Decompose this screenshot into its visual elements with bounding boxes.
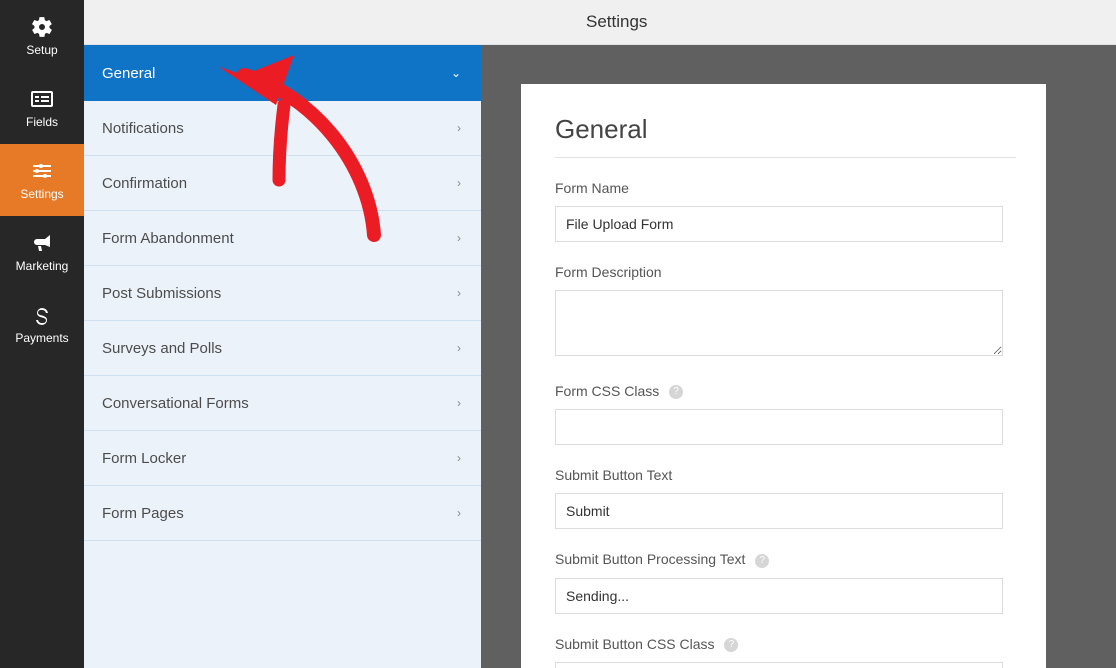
bullhorn-icon <box>30 231 54 255</box>
field-form-name: Form Name <box>555 180 1016 242</box>
divider <box>555 157 1016 158</box>
section-label: Post Submissions <box>102 285 221 302</box>
section-label: Conversational Forms <box>102 395 249 412</box>
dollar-icon <box>30 303 54 327</box>
icon-sidebar: Setup Fields Settings Marketing Payments <box>0 0 84 668</box>
form-card-title: General <box>555 114 1016 145</box>
form-card: General Form Name Form Description Form … <box>521 84 1046 668</box>
section-label: General <box>102 65 155 82</box>
page-topbar: Settings <box>481 0 1116 45</box>
sidebar-item-payments[interactable]: Payments <box>0 288 84 360</box>
label-form-description: Form Description <box>555 264 1016 280</box>
sidebar-label: Marketing <box>16 259 69 273</box>
main-area: Settings General Form Name Form Descript… <box>481 0 1116 668</box>
section-post-submissions[interactable]: Post Submissions › <box>84 266 481 321</box>
gear-icon <box>30 15 54 39</box>
label-submit-button-text: Submit Button Text <box>555 467 1016 483</box>
label-form-css-class: Form CSS Class ? <box>555 383 1016 399</box>
page-title: Settings <box>586 12 647 32</box>
settings-panel-topbar <box>84 0 481 45</box>
help-icon[interactable]: ? <box>755 554 769 568</box>
input-submit-button-text[interactable] <box>555 493 1003 529</box>
chevron-right-icon: › <box>457 341 461 355</box>
chevron-right-icon: › <box>457 286 461 300</box>
input-submit-button-css-class[interactable] <box>555 662 1003 668</box>
label-submit-button-processing-text: Submit Button Processing Text ? <box>555 551 1016 567</box>
sliders-icon <box>30 159 54 183</box>
section-label: Surveys and Polls <box>102 340 222 357</box>
sidebar-label: Payments <box>15 331 68 345</box>
label-submit-button-css-class: Submit Button CSS Class ? <box>555 636 1016 652</box>
sidebar-label: Setup <box>26 43 57 57</box>
section-label: Form Pages <box>102 505 184 522</box>
section-label: Form Locker <box>102 450 186 467</box>
section-conversational-forms[interactable]: Conversational Forms › <box>84 376 481 431</box>
chevron-right-icon: › <box>457 506 461 520</box>
field-form-description: Form Description <box>555 264 1016 361</box>
settings-section-panel: General ⌄ Notifications › Confirmation ›… <box>84 0 481 668</box>
sidebar-item-fields[interactable]: Fields <box>0 72 84 144</box>
sidebar-label: Fields <box>26 115 58 129</box>
label-form-name: Form Name <box>555 180 1016 196</box>
section-form-pages[interactable]: Form Pages › <box>84 486 481 541</box>
field-form-css-class: Form CSS Class ? <box>555 383 1016 445</box>
label-text: Submit Button CSS Class <box>555 636 715 652</box>
chevron-right-icon: › <box>457 396 461 410</box>
section-form-abandonment[interactable]: Form Abandonment › <box>84 211 481 266</box>
input-form-css-class[interactable] <box>555 409 1003 445</box>
section-form-locker[interactable]: Form Locker › <box>84 431 481 486</box>
chevron-right-icon: › <box>457 176 461 190</box>
section-confirmation[interactable]: Confirmation › <box>84 156 481 211</box>
sidebar-label: Settings <box>20 187 63 201</box>
section-label: Form Abandonment <box>102 230 234 247</box>
sidebar-item-marketing[interactable]: Marketing <box>0 216 84 288</box>
help-icon[interactable]: ? <box>724 638 738 652</box>
textarea-form-description[interactable] <box>555 290 1003 356</box>
label-text: Form CSS Class <box>555 383 659 399</box>
settings-section-list: General ⌄ Notifications › Confirmation ›… <box>84 45 481 541</box>
chevron-down-icon: ⌄ <box>451 66 461 80</box>
section-surveys-polls[interactable]: Surveys and Polls › <box>84 321 481 376</box>
sidebar-item-setup[interactable]: Setup <box>0 0 84 72</box>
chevron-right-icon: › <box>457 231 461 245</box>
help-icon[interactable]: ? <box>669 385 683 399</box>
field-submit-button-css-class: Submit Button CSS Class ? <box>555 636 1016 668</box>
fields-icon <box>30 87 54 111</box>
field-submit-button-text: Submit Button Text <box>555 467 1016 529</box>
section-general[interactable]: General ⌄ <box>84 45 481 101</box>
input-submit-button-processing-text[interactable] <box>555 578 1003 614</box>
section-label: Notifications <box>102 120 184 137</box>
sidebar-item-settings[interactable]: Settings <box>0 144 84 216</box>
input-form-name[interactable] <box>555 206 1003 242</box>
chevron-right-icon: › <box>457 121 461 135</box>
chevron-right-icon: › <box>457 451 461 465</box>
section-label: Confirmation <box>102 175 187 192</box>
label-text: Submit Button Processing Text <box>555 551 745 567</box>
field-submit-button-processing-text: Submit Button Processing Text ? <box>555 551 1016 613</box>
section-notifications[interactable]: Notifications › <box>84 101 481 156</box>
